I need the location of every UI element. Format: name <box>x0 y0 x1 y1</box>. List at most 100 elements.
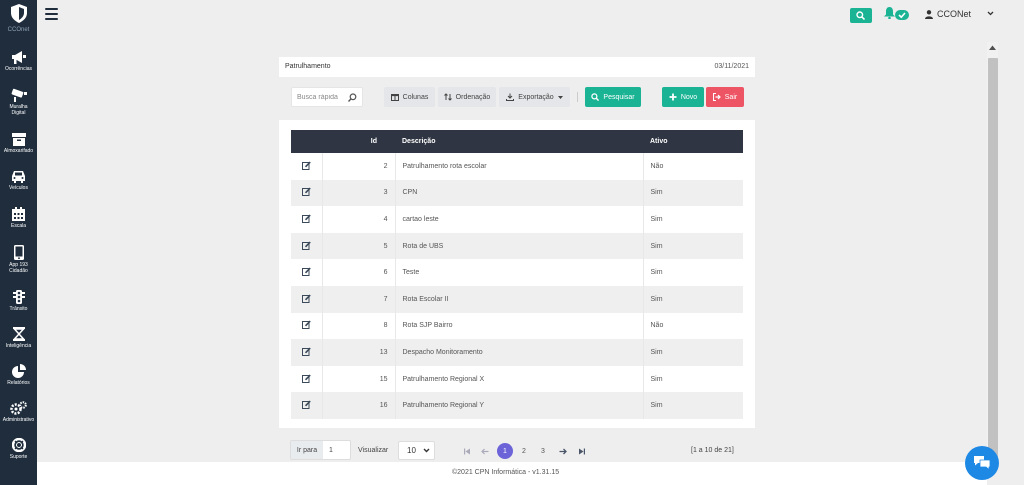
edit-icon[interactable] <box>301 374 311 383</box>
menu-toggle-icon[interactable] <box>45 8 58 20</box>
first-page-button[interactable] <box>459 443 475 459</box>
cell-id: 5 <box>322 232 396 260</box>
sidebar-item-inteligencia[interactable]: Inteligência <box>0 327 37 349</box>
user-icon <box>925 9 933 19</box>
cell-id: 7 <box>322 285 396 313</box>
shield-icon <box>10 4 27 23</box>
archive-icon <box>11 133 26 146</box>
edit-cell <box>291 285 323 313</box>
edit-icon[interactable] <box>301 347 311 356</box>
brand-logo[interactable]: CCOnet <box>0 4 37 33</box>
user-name: CCONet <box>937 9 972 19</box>
user-menu[interactable]: CCONet <box>925 9 971 19</box>
cell-description: Patrulhamento rota escolar <box>395 153 644 180</box>
edit-icon[interactable] <box>301 214 311 223</box>
table-row[interactable]: 6 Teste Sim <box>291 259 743 286</box>
edit-icon[interactable] <box>301 400 311 410</box>
search-icon <box>348 93 357 102</box>
header-description[interactable]: Descrição <box>395 130 643 153</box>
sort-icon <box>443 93 452 101</box>
scrollbar-thumb[interactable] <box>988 58 998 458</box>
quick-search-input[interactable] <box>292 88 347 106</box>
topbar: CCONet <box>37 0 1024 30</box>
table-row[interactable]: 16 Patrulhamento Regional Y Sim <box>291 392 743 419</box>
sign-out-icon <box>712 93 721 101</box>
page-button-3[interactable]: 3 <box>535 443 551 459</box>
table-row[interactable]: 7 Rota Escolar II Sim <box>291 285 743 313</box>
cell-active: Sim <box>650 348 663 356</box>
arrow-left-icon <box>481 448 489 454</box>
table-row[interactable]: 4 cartao leste Sim <box>291 206 743 233</box>
table-row[interactable]: 5 Rota de UBS Sim <box>291 232 743 260</box>
page-size-label: Visualizar <box>358 447 389 454</box>
notification-status-badge[interactable] <box>895 10 909 20</box>
header-edit <box>291 130 322 153</box>
edit-cell <box>291 206 323 233</box>
previous-page-button[interactable] <box>477 443 493 459</box>
cogs-icon <box>10 401 27 415</box>
table-row[interactable]: 15 Patrulhamento Regional X Sim <box>291 365 743 393</box>
cell-description: Teste <box>395 259 644 286</box>
cell-active: Sim <box>650 215 663 223</box>
edit-cell <box>291 153 323 180</box>
sidebar-item-escala[interactable]: Escala <box>0 207 37 229</box>
page-button-1[interactable]: 1 <box>497 443 513 459</box>
sidebar-item-veiculos[interactable]: Veículos <box>0 170 37 191</box>
page-button-2[interactable]: 2 <box>516 443 532 459</box>
last-page-button[interactable] <box>574 443 590 459</box>
next-page-button[interactable] <box>555 443 571 459</box>
table-row[interactable]: 3 CPN Sim <box>291 179 743 207</box>
sidebar-item-administrativo[interactable]: Administrativo <box>0 401 37 423</box>
car-icon <box>12 171 25 183</box>
bell-icon[interactable] <box>884 7 895 19</box>
scroll-up-icon[interactable] <box>989 45 996 50</box>
edit-icon[interactable] <box>301 241 311 250</box>
edit-icon[interactable] <box>301 161 311 170</box>
table-header-row: Id Descrição Ativo <box>291 130 743 153</box>
new-button[interactable]: Novo <box>662 87 704 107</box>
edit-cell <box>291 339 323 366</box>
columns-button[interactable]: Colunas <box>384 87 435 107</box>
table-row[interactable]: 8 Rota SJP Bairro Não <box>291 312 743 340</box>
calendar-icon <box>12 207 25 221</box>
cell-description: CPN <box>395 179 644 207</box>
goto-page-input[interactable]: 1 <box>323 441 350 459</box>
chevron-down-icon <box>423 448 430 453</box>
edit-cell <box>291 232 323 260</box>
pie-chart-icon <box>11 364 26 378</box>
table-row[interactable]: 2 Patrulhamento rota escolar Não <box>291 153 743 180</box>
sidebar-item-suporte[interactable]: Suporte <box>0 438 37 460</box>
edit-icon[interactable] <box>301 267 311 277</box>
search-button[interactable]: Pesquisar <box>585 87 641 107</box>
sidebar-item-muralha-digital[interactable]: Muralha Digital <box>0 88 37 116</box>
page-size-select[interactable]: 10 <box>398 441 435 460</box>
edit-icon[interactable] <box>301 294 311 303</box>
cell-description: Rota Escolar II <box>395 285 644 313</box>
toolbar-divider <box>577 92 578 102</box>
footer-copyright: ©2021 CPN Informática - v1.31.15 <box>452 469 560 476</box>
plus-icon <box>669 93 677 101</box>
header-active[interactable]: Ativo <box>643 130 743 153</box>
table-row[interactable]: 13 Despacho Monitoramento Sim <box>291 339 743 366</box>
cell-active: Sim <box>650 402 663 410</box>
global-search-button[interactable] <box>850 8 872 23</box>
sidebar-item-relatorios[interactable]: Relatórios <box>0 364 37 386</box>
edit-icon[interactable] <box>301 187 311 197</box>
sidebar-item-app-193[interactable]: App 193 Cidadão <box>0 245 37 274</box>
export-dropdown[interactable]: Exportação <box>499 87 570 107</box>
exit-button[interactable]: Sair <box>706 87 744 107</box>
cell-id: 13 <box>322 339 396 366</box>
chevron-down-icon[interactable] <box>987 11 994 16</box>
lifebuoy-icon <box>11 438 26 452</box>
sidebar-item-ocorrencias[interactable]: Ocorrências <box>0 51 37 72</box>
cell-id: 6 <box>322 259 396 286</box>
sidebar-item-almoxarifado[interactable]: Almoxarifado <box>0 133 37 154</box>
chat-button[interactable] <box>965 446 999 480</box>
header-id[interactable]: Id <box>322 130 395 153</box>
cell-id: 16 <box>322 392 396 419</box>
edit-icon[interactable] <box>301 320 311 330</box>
search-icon <box>591 93 600 101</box>
sidebar: CCOnet Ocorrências Muralha Digital Almox… <box>0 0 37 485</box>
sidebar-item-transito[interactable]: Trânsito <box>0 290 37 312</box>
sort-button[interactable]: Ordenação <box>438 87 496 107</box>
